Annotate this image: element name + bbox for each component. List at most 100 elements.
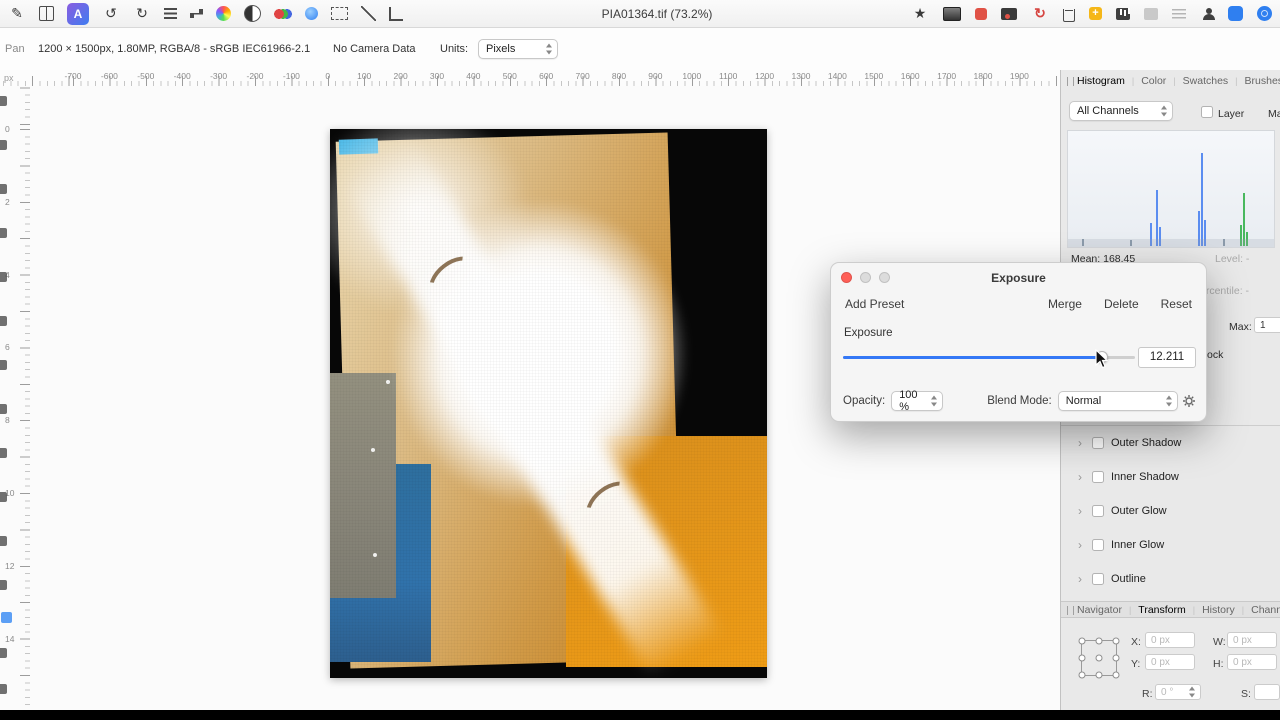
tab-navigator[interactable]: Navigator	[1077, 604, 1122, 616]
gray-box-icon[interactable]	[1144, 7, 1158, 20]
tool-icon[interactable]	[0, 648, 7, 658]
tool-icon[interactable]	[0, 140, 7, 150]
tool-icon[interactable]	[1, 612, 12, 623]
slider-track[interactable]	[843, 356, 1135, 359]
app-logo-icon[interactable]: A	[67, 2, 89, 25]
disclosure-icon[interactable]: ›	[1078, 470, 1082, 484]
tool-icon[interactable]	[0, 448, 7, 458]
blue-sphere-icon[interactable]	[305, 7, 318, 20]
max-field[interactable]: 1	[1254, 317, 1280, 333]
globe-icon[interactable]	[1257, 6, 1272, 21]
channels-select[interactable]: All Channels	[1069, 101, 1173, 121]
style-checkbox[interactable]	[1092, 573, 1104, 585]
tab-color[interactable]: Color	[1141, 75, 1166, 87]
delete-button[interactable]: Delete	[1104, 297, 1139, 311]
disclosure-icon[interactable]: ›	[1078, 538, 1082, 552]
y-field[interactable]: 0 px	[1145, 654, 1195, 670]
favorite-star-icon[interactable]: ★	[911, 5, 929, 23]
rgb-channels-icon[interactable]	[274, 6, 292, 21]
reset-button[interactable]: Reset	[1161, 297, 1192, 311]
w-field[interactable]: 0 px	[1227, 632, 1277, 648]
disclosure-icon[interactable]: ›	[1078, 504, 1082, 518]
image-canvas[interactable]	[330, 129, 767, 678]
style-checkbox[interactable]	[1092, 471, 1104, 483]
add-preset-button[interactable]: Add Preset	[845, 297, 904, 311]
contrast-icon[interactable]	[244, 5, 261, 22]
tool-icon[interactable]	[0, 228, 7, 238]
style-row-outline[interactable]: › Outline	[1061, 562, 1280, 596]
tab-histogram[interactable]: Histogram	[1077, 75, 1125, 87]
style-row-outer-shadow[interactable]: › Outer Shadow	[1061, 426, 1280, 460]
style-checkbox[interactable]	[1092, 437, 1104, 449]
adjust-sliders-icon[interactable]	[164, 8, 177, 19]
tab-transform[interactable]: Transform	[1138, 604, 1185, 616]
opacity-select[interactable]: 100 %	[891, 389, 944, 413]
exposure-value-field[interactable]: 12.211	[1138, 347, 1196, 368]
crop-corner-icon[interactable]	[389, 6, 403, 21]
transform-handle[interactable]	[1078, 637, 1086, 645]
transform-handle[interactable]	[1095, 654, 1103, 662]
display-icon[interactable]	[943, 6, 961, 21]
blue-app-icon[interactable]	[1228, 6, 1243, 21]
x-field[interactable]: 0 px	[1145, 632, 1195, 648]
color-wheel-icon[interactable]	[216, 6, 231, 21]
tab-brushes[interactable]: Brushes	[1245, 75, 1280, 87]
chart-icon[interactable]	[1116, 7, 1130, 20]
style-checkbox[interactable]	[1092, 539, 1104, 551]
tool-icon[interactable]	[0, 184, 7, 194]
transform-handle[interactable]	[1112, 654, 1120, 662]
transform-widget[interactable]	[1078, 637, 1120, 679]
panel-drag-handle[interactable]	[1067, 77, 1074, 86]
transform-handle[interactable]	[1112, 637, 1120, 645]
tool-icon[interactable]	[0, 272, 7, 282]
exposure-dialog[interactable]: Exposure Add Preset Merge Delete Reset E…	[830, 262, 1207, 422]
tool-icon[interactable]	[0, 316, 7, 326]
style-row-outer-glow[interactable]: › Outer Glow	[1061, 494, 1280, 528]
tool-icon[interactable]	[0, 492, 7, 502]
tool-icon[interactable]	[0, 536, 7, 546]
tab-history[interactable]: History	[1202, 604, 1235, 616]
panel-drag-handle[interactable]	[1067, 606, 1074, 615]
yellow-tools-icon[interactable]	[1089, 7, 1102, 20]
units-select[interactable]: Pixels	[478, 39, 558, 59]
s-field[interactable]	[1254, 684, 1280, 700]
trash-icon[interactable]	[1063, 8, 1075, 22]
style-checkbox[interactable]	[1092, 505, 1104, 517]
r-stepper[interactable]: 0 °	[1155, 684, 1201, 700]
transform-handle[interactable]	[1112, 671, 1120, 679]
layer-checkbox[interactable]	[1201, 106, 1213, 118]
merge-button[interactable]: Merge	[1048, 297, 1082, 311]
disclosure-icon[interactable]: ›	[1078, 572, 1082, 586]
disclosure-icon[interactable]: ›	[1078, 436, 1082, 450]
exposure-slider[interactable]	[843, 349, 1135, 365]
transform-handle[interactable]	[1078, 654, 1086, 662]
red-badge-icon[interactable]	[975, 7, 987, 20]
selection-rect-icon[interactable]	[331, 7, 348, 20]
monitor-record-icon[interactable]	[1001, 7, 1017, 20]
user-icon[interactable]	[1200, 7, 1215, 21]
h-field[interactable]: 0 px	[1227, 654, 1277, 670]
list-lines-icon[interactable]	[1172, 8, 1186, 19]
transform-handle[interactable]	[1095, 637, 1103, 645]
crop-grid-icon[interactable]	[39, 6, 54, 21]
effects-node-icon[interactable]	[190, 9, 203, 18]
tool-icon[interactable]	[0, 684, 7, 694]
sync-icon[interactable]: ↻	[1031, 5, 1049, 23]
gear-icon[interactable]	[1182, 394, 1196, 408]
pencil-tool-icon[interactable]: ✎	[8, 5, 26, 23]
transform-handle[interactable]	[1078, 671, 1086, 679]
style-row-inner-shadow[interactable]: › Inner Shadow	[1061, 460, 1280, 494]
tool-icon[interactable]	[0, 360, 7, 370]
tool-icon[interactable]	[0, 404, 7, 414]
line-tool-icon[interactable]	[361, 6, 376, 21]
tool-icon[interactable]	[0, 96, 7, 106]
transform-handle[interactable]	[1095, 671, 1103, 679]
tab-channels[interactable]: Channels	[1251, 604, 1280, 616]
tool-icon[interactable]	[0, 580, 7, 590]
style-row-inner-glow[interactable]: › Inner Glow	[1061, 528, 1280, 562]
tab-swatches[interactable]: Swatches	[1183, 75, 1229, 87]
blend-mode-select[interactable]: Normal	[1057, 391, 1178, 411]
redo-icon[interactable]: ↻	[133, 5, 151, 23]
undo-icon[interactable]: ↺	[102, 5, 120, 23]
histogram-canvas[interactable]	[1067, 130, 1275, 248]
